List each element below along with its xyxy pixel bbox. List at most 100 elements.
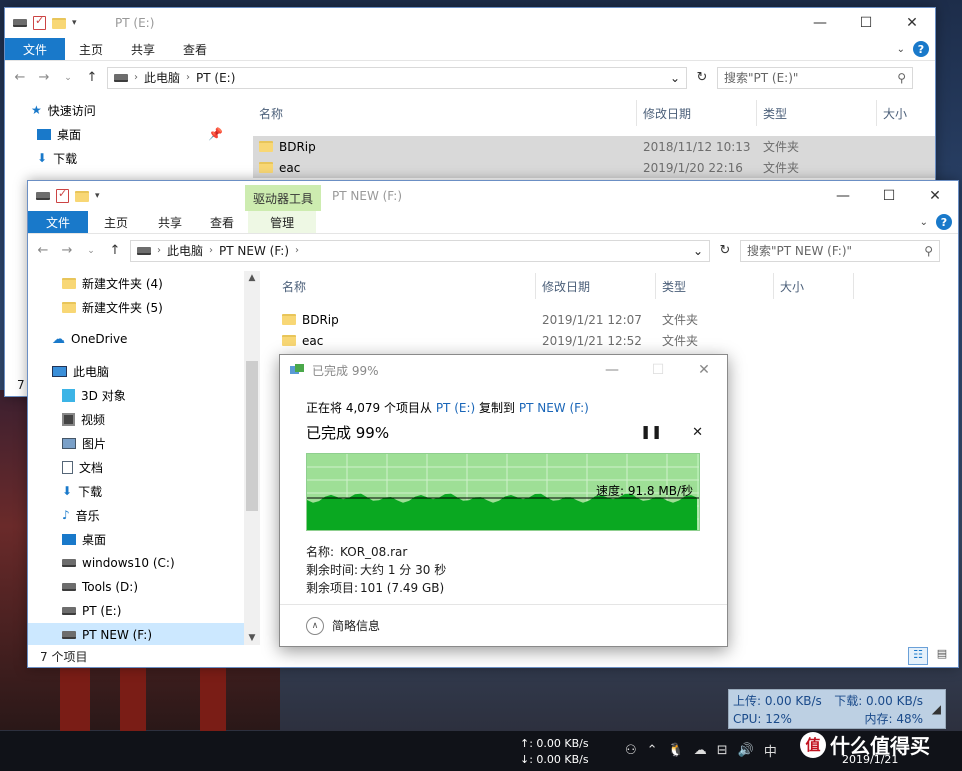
- tab-share[interactable]: 共享: [144, 211, 196, 233]
- tab-file[interactable]: 文件: [28, 211, 89, 233]
- minimize-button[interactable]: —: [820, 181, 866, 211]
- tree-item-quick-access[interactable]: ★ 快速访问: [5, 98, 235, 122]
- fewer-details-link[interactable]: 简略信息: [332, 617, 380, 634]
- column-date[interactable]: 修改日期: [536, 273, 656, 299]
- search-input[interactable]: 搜索"PT (E:)" ⚲: [717, 66, 913, 89]
- breadcrumb-item[interactable]: PT NEW (F:): [219, 244, 289, 258]
- tree-item-3d-objects[interactable]: 3D 对象: [28, 383, 260, 407]
- close-button[interactable]: ✕: [912, 181, 958, 211]
- breadcrumb-item[interactable]: 此电脑: [167, 242, 203, 259]
- close-button[interactable]: ✕: [681, 355, 727, 385]
- tab-home[interactable]: 主页: [65, 38, 117, 60]
- expand-ribbon-icon[interactable]: ⌄: [920, 217, 928, 228]
- pin-icon[interactable]: 📌: [208, 127, 223, 141]
- table-row[interactable]: BDRip 2019/1/21 12:07 文件夹: [276, 309, 856, 330]
- tab-home[interactable]: 主页: [88, 211, 144, 233]
- minimize-button[interactable]: —: [589, 355, 635, 385]
- tree-item-onedrive[interactable]: ☁ OneDrive: [28, 327, 260, 351]
- tab-file[interactable]: 文件: [5, 38, 66, 60]
- nav-scrollbar[interactable]: ▲ ▼: [244, 271, 260, 645]
- tree-item-drive-c[interactable]: windows10 (C:): [28, 551, 260, 575]
- back-arrow-icon[interactable]: ←: [11, 70, 29, 85]
- minimize-button[interactable]: —: [797, 8, 843, 38]
- address-bar[interactable]: › 此电脑 › PT NEW (F:) › ⌄: [130, 239, 710, 262]
- tree-item-this-pc[interactable]: 此电脑: [28, 359, 260, 383]
- tab-share[interactable]: 共享: [117, 38, 169, 60]
- tree-item-desktop[interactable]: 桌面: [28, 527, 260, 551]
- properties-icon[interactable]: [56, 187, 69, 203]
- network-icon[interactable]: ⊟: [717, 743, 728, 758]
- scroll-thumb[interactable]: [246, 361, 258, 511]
- resize-grip-icon[interactable]: ◢: [932, 700, 941, 718]
- up-arrow-icon[interactable]: ↑: [106, 243, 124, 258]
- table-row[interactable]: eac 2019/1/20 22:16 文件夹: [253, 157, 935, 178]
- help-icon[interactable]: ?: [936, 214, 952, 230]
- tab-view[interactable]: 查看: [169, 38, 221, 60]
- network-monitor-widget[interactable]: 上传: 0.00 KB/s 下载: 0.00 KB/s CPU: 12% 内存:…: [728, 689, 946, 729]
- breadcrumb-item[interactable]: 此电脑: [144, 69, 180, 86]
- new-folder-icon[interactable]: [52, 17, 66, 29]
- tree-item-downloads[interactable]: ⬇ 下载: [5, 146, 235, 170]
- properties-icon[interactable]: [33, 14, 46, 30]
- table-row[interactable]: BDRip 2018/11/12 10:13 文件夹: [253, 136, 935, 157]
- column-type[interactable]: 类型: [757, 100, 877, 126]
- tree-item-folder-4[interactable]: 新建文件夹 (4): [28, 271, 260, 295]
- pause-button[interactable]: ❚❚: [640, 425, 662, 440]
- tab-view[interactable]: 查看: [196, 211, 248, 233]
- breadcrumb-item[interactable]: PT (E:): [196, 71, 235, 85]
- cancel-button[interactable]: ✕: [692, 425, 703, 440]
- scroll-up-icon[interactable]: ▲: [244, 273, 260, 283]
- volume-icon[interactable]: 🔊: [738, 743, 754, 758]
- cloud-icon[interactable]: ☁: [694, 743, 707, 758]
- help-icon[interactable]: ?: [913, 41, 929, 57]
- customize-dropdown-icon[interactable]: ▾: [95, 191, 100, 201]
- tree-item-drive-d[interactable]: Tools (D:): [28, 575, 260, 599]
- large-icons-view-icon[interactable]: ▤: [932, 647, 952, 665]
- column-name[interactable]: 名称: [276, 273, 536, 299]
- refresh-icon[interactable]: ↻: [693, 70, 711, 85]
- column-date[interactable]: 修改日期: [637, 100, 757, 126]
- tree-item-folder-5[interactable]: 新建文件夹 (5): [28, 295, 260, 319]
- people-icon[interactable]: ⚇: [625, 743, 637, 758]
- up-arrow-icon[interactable]: ↑: [83, 70, 101, 85]
- tree-item-drive-e[interactable]: PT (E:): [28, 599, 260, 623]
- source-link[interactable]: PT (E:): [436, 401, 475, 415]
- column-size[interactable]: 大小: [877, 100, 935, 126]
- scroll-down-icon[interactable]: ▼: [244, 633, 260, 643]
- details-view-icon[interactable]: ☷: [908, 647, 928, 665]
- recent-dropdown-icon[interactable]: ⌄: [59, 73, 77, 83]
- column-name[interactable]: 名称: [253, 100, 637, 126]
- address-bar[interactable]: › 此电脑 › PT (E:) ⌄: [107, 66, 687, 89]
- maximize-button[interactable]: ☐: [866, 181, 912, 211]
- drive-icon: [62, 559, 76, 567]
- chevron-down-icon[interactable]: ⌄: [670, 71, 680, 85]
- table-row[interactable]: eac 2019/1/21 12:52 文件夹: [276, 330, 856, 351]
- recent-dropdown-icon[interactable]: ⌄: [82, 246, 100, 256]
- close-button[interactable]: ✕: [889, 8, 935, 38]
- column-size[interactable]: 大小: [774, 273, 854, 299]
- tree-item-music[interactable]: ♪ 音乐: [28, 503, 260, 527]
- tab-manage[interactable]: 管理: [248, 211, 317, 233]
- qq-icon[interactable]: 🐧: [668, 743, 684, 758]
- maximize-button[interactable]: ☐: [843, 8, 889, 38]
- new-folder-icon[interactable]: [75, 190, 89, 202]
- chevron-down-icon[interactable]: ⌄: [693, 244, 703, 258]
- chevron-up-icon[interactable]: ∧: [306, 616, 324, 635]
- expand-ribbon-icon[interactable]: ⌄: [897, 44, 905, 55]
- back-arrow-icon[interactable]: ←: [34, 243, 52, 258]
- customize-dropdown-icon[interactable]: ▾: [72, 18, 77, 28]
- tree-item-desktop[interactable]: 桌面 📌: [5, 122, 235, 146]
- tree-item-videos[interactable]: 视频: [28, 407, 260, 431]
- ime-indicator[interactable]: 中: [764, 741, 777, 760]
- tree-item-drive-f[interactable]: PT NEW (F:): [28, 623, 260, 645]
- tree-item-downloads[interactable]: ⬇ 下载: [28, 479, 260, 503]
- forward-arrow-icon[interactable]: →: [58, 243, 76, 258]
- column-type[interactable]: 类型: [656, 273, 774, 299]
- tree-item-documents[interactable]: 文档: [28, 455, 260, 479]
- chevron-up-icon[interactable]: ⌃: [647, 743, 658, 758]
- search-input[interactable]: 搜索"PT NEW (F:)" ⚲: [740, 239, 940, 262]
- refresh-icon[interactable]: ↻: [716, 243, 734, 258]
- forward-arrow-icon[interactable]: →: [35, 70, 53, 85]
- destination-link[interactable]: PT NEW (F:): [519, 401, 589, 415]
- tree-item-pictures[interactable]: 图片: [28, 431, 260, 455]
